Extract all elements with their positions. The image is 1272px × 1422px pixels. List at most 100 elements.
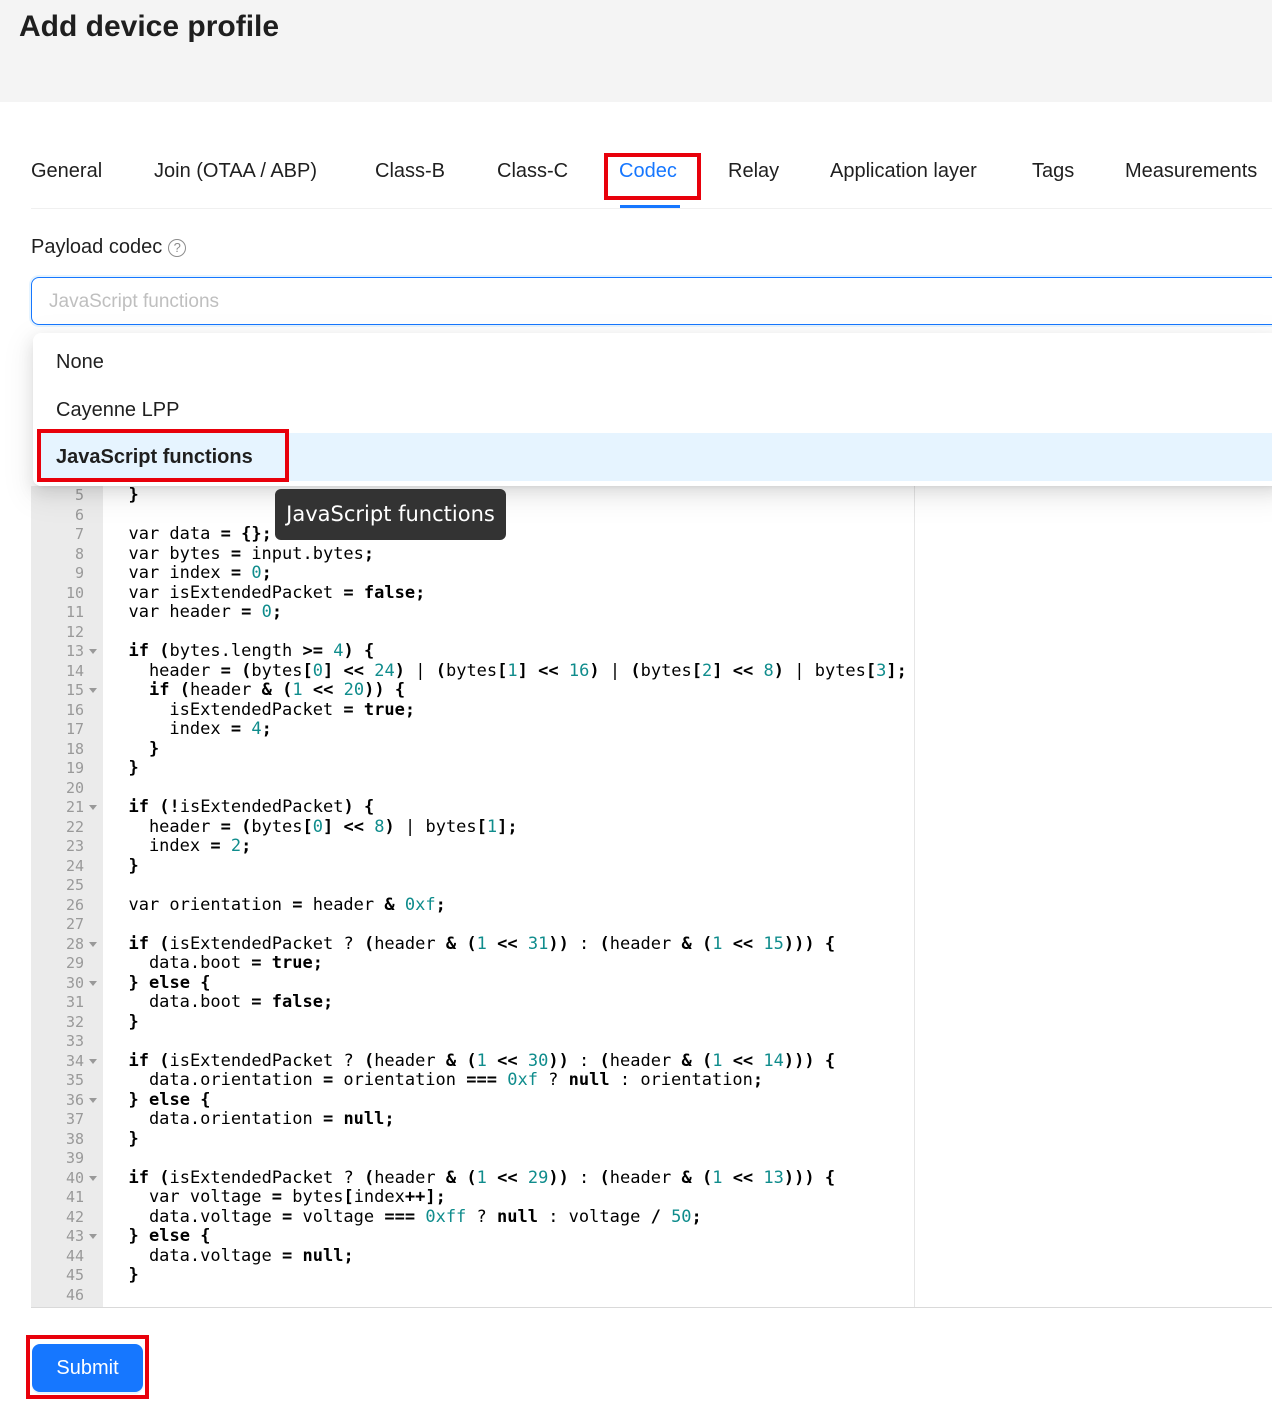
code-line: if (isExtendedPacket ? (header & (1 << 2… bbox=[128, 1167, 836, 1188]
code-line: var bytes = input.bytes; bbox=[108, 543, 375, 564]
line-number: 40 bbox=[65, 1168, 84, 1187]
fold-arrow-icon[interactable] bbox=[89, 980, 97, 986]
code-line: } bbox=[128, 486, 139, 505]
active-tab-indicator bbox=[620, 205, 680, 208]
code-line: if (isExtendedPacket ? (header & (1 << 3… bbox=[128, 933, 836, 954]
option-cayenne-lpp[interactable]: Cayenne LPP bbox=[37, 386, 1272, 434]
tab-join[interactable]: Join (OTAA / ABP) bbox=[154, 160, 317, 183]
line-number: 36 bbox=[65, 1090, 84, 1109]
tab-class-b[interactable]: Class-B bbox=[375, 160, 445, 183]
code-line: } bbox=[128, 1265, 139, 1285]
line-number: 12 bbox=[65, 622, 84, 641]
line-number: 17 bbox=[65, 720, 84, 738]
line-number: 21 bbox=[65, 798, 84, 816]
option-javascript-functions[interactable]: JavaScript functions bbox=[37, 433, 1272, 481]
line-number: 33 bbox=[65, 1032, 84, 1050]
code-line: } bbox=[128, 1011, 139, 1032]
line-number: 26 bbox=[65, 895, 84, 914]
line-number: 30 bbox=[65, 973, 84, 992]
code-line: var index = 0; bbox=[108, 563, 272, 583]
line-number: 19 bbox=[65, 759, 84, 777]
page-header: Add device profile bbox=[0, 0, 1272, 102]
line-number: 14 bbox=[65, 661, 84, 680]
line-number: 9 bbox=[74, 564, 84, 582]
tab-general[interactable]: General bbox=[31, 160, 102, 183]
code-line: } bbox=[148, 738, 160, 759]
line-number: 10 bbox=[65, 583, 84, 602]
line-number: 39 bbox=[65, 1149, 84, 1167]
submit-button[interactable]: Submit bbox=[32, 1344, 143, 1392]
code-line: } else { bbox=[128, 1226, 211, 1246]
code-line: } bbox=[128, 855, 139, 876]
page-title: Add device profile bbox=[19, 10, 280, 43]
option-none[interactable]: None bbox=[37, 338, 1272, 386]
tab-relay[interactable]: Relay bbox=[728, 160, 779, 183]
line-number: 28 bbox=[65, 934, 84, 953]
code-line: } else { bbox=[128, 972, 211, 993]
fold-arrow-icon[interactable] bbox=[89, 1234, 97, 1239]
code-line: data.boot = true; bbox=[108, 953, 323, 973]
code-line: var voltage = bytes[index++]; bbox=[108, 1187, 446, 1207]
line-number: 41 bbox=[65, 1188, 84, 1206]
line-number: 29 bbox=[65, 954, 84, 972]
line-number: 45 bbox=[65, 1266, 84, 1284]
fold-arrow-icon[interactable] bbox=[89, 688, 97, 693]
line-number: 16 bbox=[65, 700, 84, 719]
code-line: } bbox=[128, 758, 139, 778]
fold-arrow-icon[interactable] bbox=[89, 649, 97, 654]
code-line: var header = 0; bbox=[108, 602, 283, 622]
line-number: 15 bbox=[65, 681, 84, 699]
line-number: 46 bbox=[65, 1285, 84, 1304]
question-circle-icon[interactable]: ? bbox=[168, 238, 187, 257]
payload-codec-select[interactable]: JavaScript functions bbox=[31, 277, 1272, 325]
code-editor[interactable]: 5 } 6 7 var data = {}; 8 var bytes = input.… bbox=[31, 486, 914, 1308]
fold-arrow-icon[interactable] bbox=[89, 1097, 97, 1103]
payload-codec-dropdown: None Cayenne LPP JavaScript functions bbox=[33, 333, 1272, 486]
line-number: 35 bbox=[65, 1071, 84, 1089]
code-line: if (isExtendedPacket ? (header & (1 << 3… bbox=[128, 1050, 836, 1071]
code-line: if (header & (1 << 20)) { bbox=[148, 680, 406, 700]
line-number: 24 bbox=[65, 856, 84, 875]
code-line: } bbox=[128, 1128, 139, 1149]
line-number: 37 bbox=[65, 1110, 84, 1128]
line-number: 13 bbox=[65, 642, 84, 660]
line-number: 25 bbox=[65, 876, 84, 894]
code-line: var isExtendedPacket = false; bbox=[108, 582, 426, 603]
payload-codec-label-text: Payload codec bbox=[31, 236, 163, 258]
code-line: var data = {}; bbox=[108, 524, 272, 544]
option-tooltip: JavaScript functions bbox=[275, 489, 506, 540]
tab-application-layer[interactable]: Application layer bbox=[830, 160, 977, 183]
fold-arrow-icon[interactable] bbox=[89, 805, 97, 810]
fold-arrow-icon[interactable] bbox=[89, 1058, 97, 1064]
code-line: var orientation = header & 0xf; bbox=[108, 894, 446, 915]
payload-codec-label: Payload codec ? bbox=[31, 236, 187, 259]
line-number: 38 bbox=[65, 1129, 84, 1148]
line-number: 6 bbox=[74, 505, 84, 524]
code-line: data.orientation = null; bbox=[108, 1109, 395, 1129]
code-line: index = 4; bbox=[108, 719, 272, 739]
line-number: 5 bbox=[74, 486, 84, 504]
tab-measurements[interactable]: Measurements bbox=[1125, 160, 1257, 183]
line-number: 8 bbox=[74, 544, 84, 563]
line-number: 18 bbox=[65, 739, 84, 758]
code-line: data.orientation = orientation === 0xf ?… bbox=[108, 1070, 764, 1090]
tab-tags[interactable]: Tags bbox=[1032, 160, 1074, 183]
code-line: header = (bytes[0] << 24) | (bytes[1] <<… bbox=[108, 660, 907, 681]
payload-codec-select-placeholder: JavaScript functions bbox=[49, 291, 220, 312]
line-number: 27 bbox=[65, 915, 84, 933]
line-number: 42 bbox=[65, 1207, 84, 1226]
code-line: index = 2; bbox=[108, 836, 252, 856]
line-number: 43 bbox=[65, 1227, 84, 1245]
editor-bottom-border bbox=[31, 1307, 1272, 1308]
code-line: header = (bytes[0] << 8) | bytes[1]; bbox=[108, 816, 518, 837]
fold-arrow-icon[interactable] bbox=[89, 941, 97, 947]
code-line: data.boot = false; bbox=[108, 992, 334, 1012]
tab-codec[interactable]: Codec bbox=[619, 160, 677, 183]
line-number: 22 bbox=[65, 817, 84, 836]
line-number: 31 bbox=[65, 993, 84, 1011]
line-number: 7 bbox=[74, 525, 84, 543]
tab-class-c[interactable]: Class-C bbox=[497, 160, 568, 183]
code-line: isExtendedPacket = true; bbox=[108, 699, 416, 720]
editor-side-panel bbox=[914, 486, 1272, 1308]
fold-arrow-icon[interactable] bbox=[89, 1175, 97, 1181]
